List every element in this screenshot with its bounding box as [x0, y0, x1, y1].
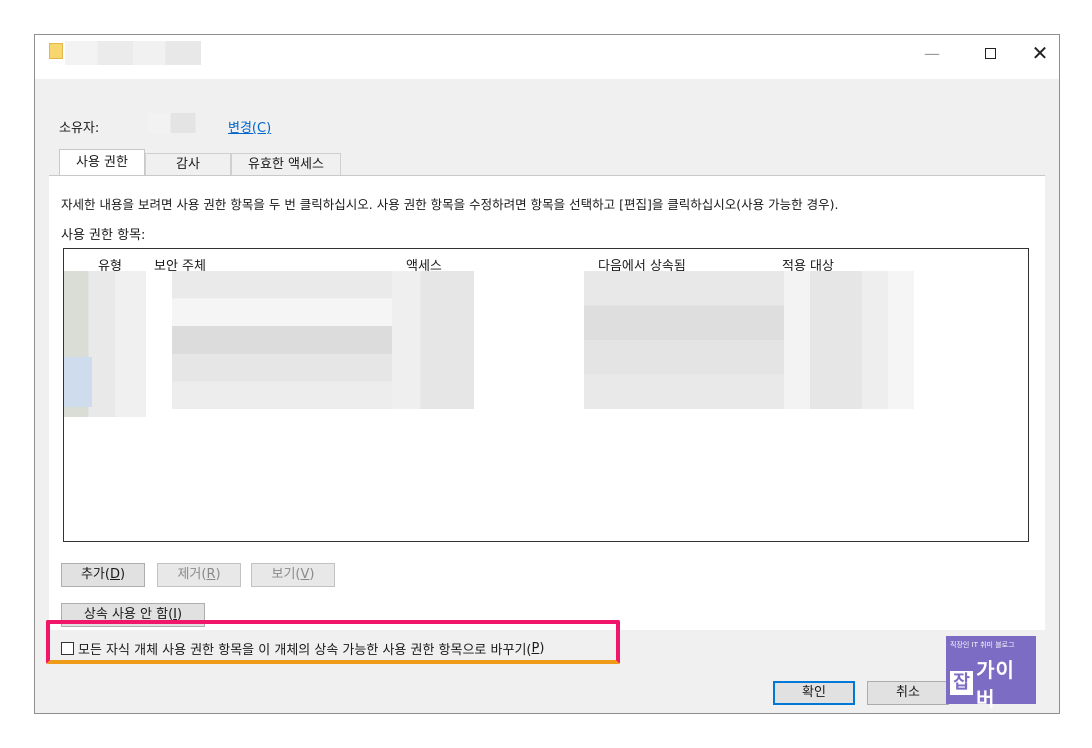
permissions-panel: 자세한 내용을 보려면 사용 권한 항목을 두 번 클릭하십시오. 사용 권한 … [49, 175, 1045, 630]
view-button[interactable]: 보기(V) [251, 563, 335, 587]
redacted-entries-principal [172, 271, 392, 409]
redacted-entries-icons-blue [64, 357, 92, 407]
window-title-redacted [65, 41, 201, 65]
blog-watermark: 직장인 IT 취미 블로그 잡 가이버 부동산 세금 자전거 [946, 636, 1036, 725]
highlight-annotation-box [46, 620, 620, 664]
add-button[interactable]: 추가(D) [61, 563, 145, 587]
tab-permissions[interactable]: 사용 권한 [59, 149, 145, 176]
tab-effective-access[interactable]: 유효한 액세스 [231, 153, 341, 175]
watermark-logo-box: 잡 [950, 671, 974, 695]
add-button-key: D [109, 567, 120, 582]
watermark-logo-text: 가이버 [976, 658, 1015, 711]
watermark-main: 잡 가이버 [950, 654, 1032, 712]
maximize-button[interactable] [967, 35, 1013, 71]
maximize-icon [984, 47, 996, 59]
owner-name-redacted [148, 113, 218, 133]
cancel-button[interactable]: 취소 [867, 681, 949, 705]
close-button[interactable]: ✕ [1017, 35, 1063, 71]
remove-button-label: 제거( [177, 567, 207, 582]
title-bar: — ✕ [35, 35, 1059, 79]
tab-auditing[interactable]: 감사 [145, 153, 231, 175]
permission-entries-list[interactable]: 유형 보안 주체 액세스 다음에서 상속됨 적용 대상 [63, 248, 1029, 542]
permission-entries-label: 사용 권한 항목: [61, 228, 146, 243]
watermark-bottom-text: 부동산 세금 자전거 [950, 716, 1014, 725]
view-button-end: ) [309, 567, 315, 582]
minimize-button[interactable]: — [909, 35, 955, 71]
folder-icon [49, 43, 63, 59]
owner-label: 소유자: [59, 121, 100, 136]
change-owner-link[interactable]: 변경(C) [228, 117, 271, 136]
watermark-top-text: 직장인 IT 취미 블로그 [950, 641, 1015, 649]
advanced-security-settings-window: — ✕ 소유자: 변경(C) 사용 권한 감사 유효한 액세스 자세한 내용을 … [34, 34, 1060, 714]
redacted-entries-access [392, 271, 474, 409]
add-button-label: 추가( [80, 567, 110, 582]
remove-button[interactable]: 제거(R) [157, 563, 241, 587]
remove-button-end: ) [215, 567, 221, 582]
permissions-hint: 자세한 내용을 보려면 사용 권한 항목을 두 번 클릭하십시오. 사용 권한 … [61, 197, 839, 212]
redacted-entries-inherited [584, 271, 784, 409]
redacted-entries-applies [784, 271, 914, 409]
ok-button[interactable]: 확인 [773, 681, 855, 705]
add-button-end: ) [119, 567, 126, 582]
view-button-label: 보기( [271, 567, 301, 582]
